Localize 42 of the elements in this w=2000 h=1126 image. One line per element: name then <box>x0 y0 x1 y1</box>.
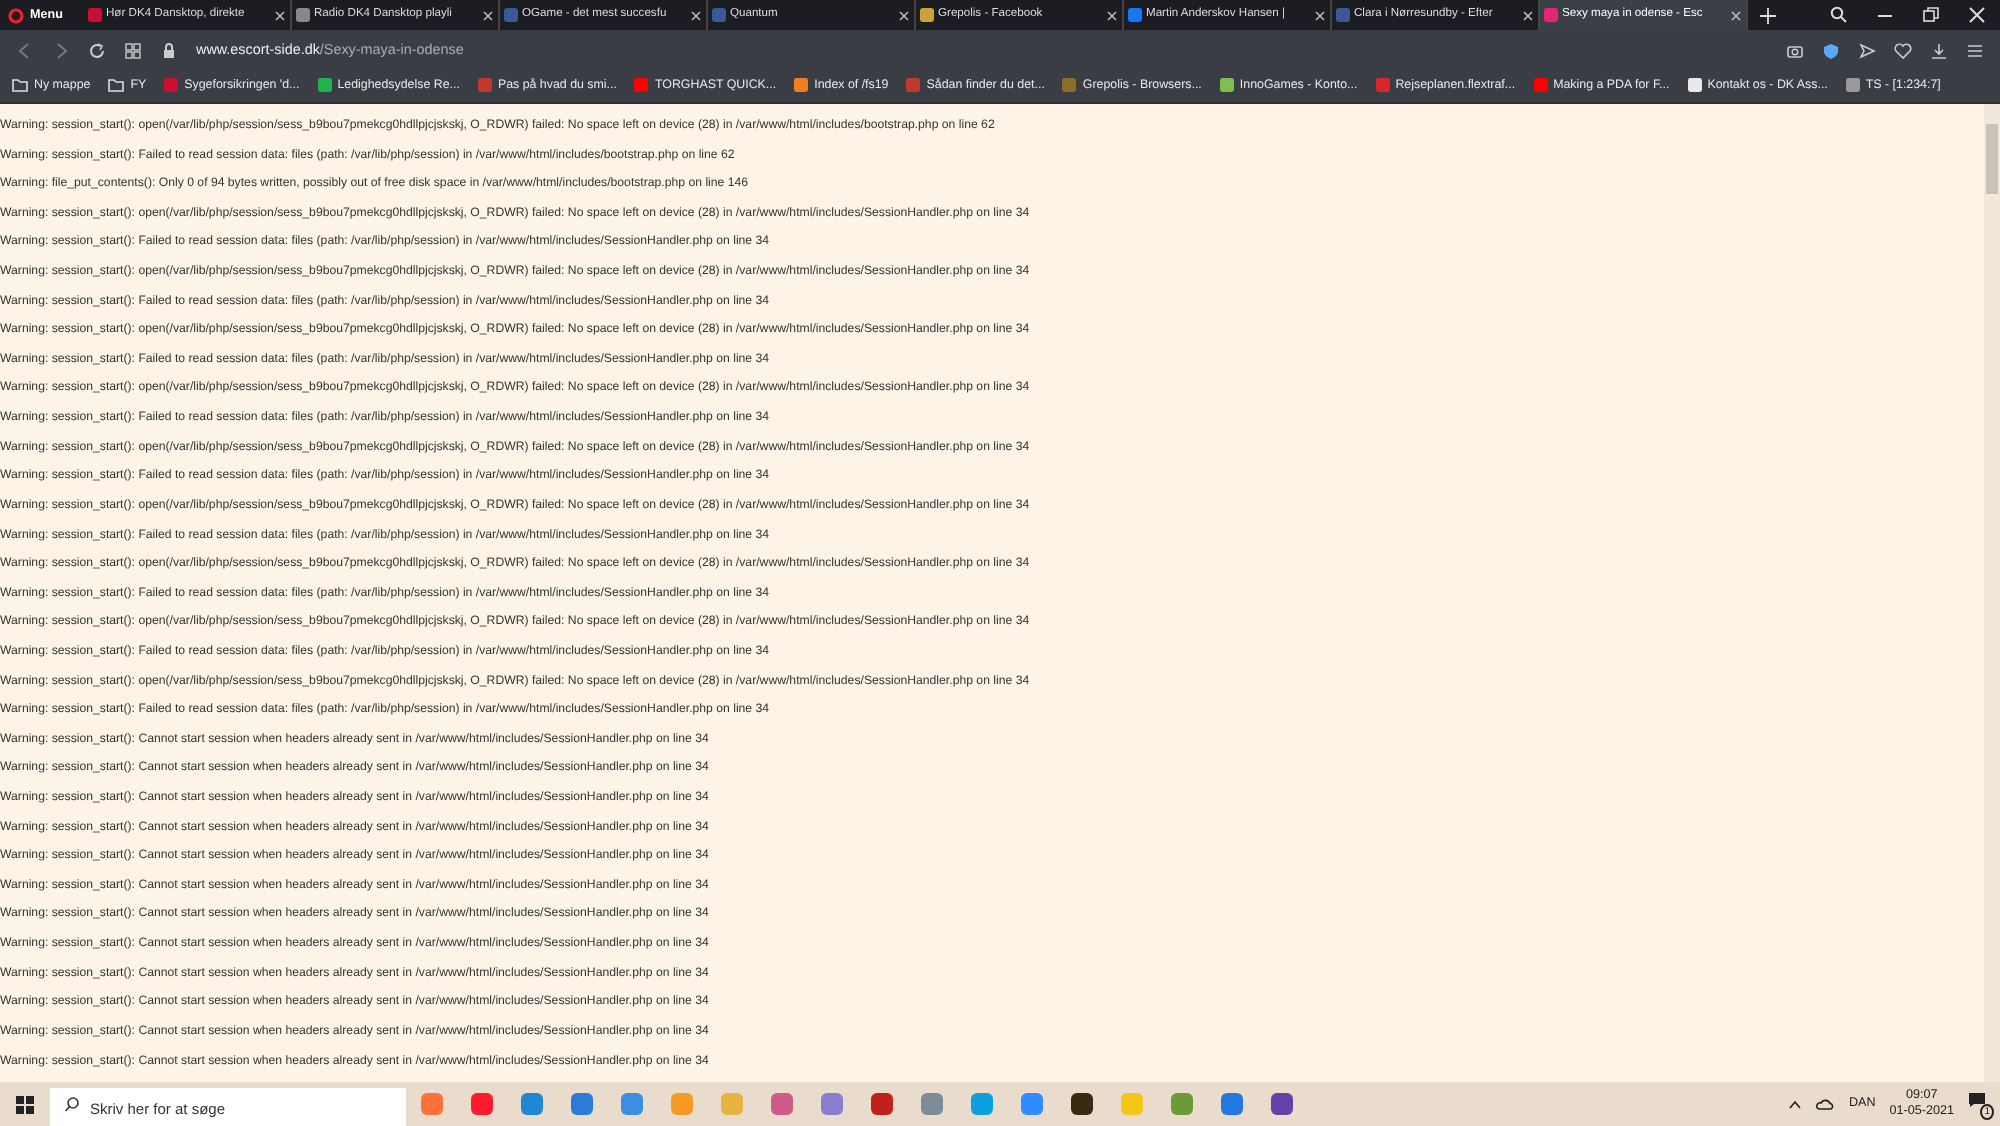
close-icon[interactable] <box>898 9 910 21</box>
ring-icon <box>8 7 24 23</box>
app-icon[interactable] <box>1269 1092 1293 1116</box>
favicon-icon <box>1128 8 1142 22</box>
windows-icon <box>16 1095 34 1113</box>
favicon-icon <box>296 8 310 22</box>
settings-icon[interactable] <box>1966 41 1984 59</box>
scrollbar[interactable] <box>1984 104 2000 1082</box>
close-icon[interactable] <box>1314 9 1326 21</box>
close-icon[interactable] <box>1106 9 1118 21</box>
camera-icon[interactable] <box>1786 41 1804 59</box>
reload-icon[interactable] <box>88 41 106 59</box>
grid-icon[interactable] <box>124 41 142 59</box>
favicon-icon <box>88 8 102 22</box>
close-icon[interactable] <box>1730 9 1742 21</box>
send-icon[interactable] <box>1858 41 1876 59</box>
lock-icon <box>160 41 178 59</box>
folder-icon <box>108 78 125 93</box>
close-icon[interactable] <box>274 9 286 21</box>
back-icon[interactable] <box>16 41 34 59</box>
search-icon[interactable] <box>1830 6 1848 24</box>
favicon-icon <box>1336 8 1350 22</box>
favicon-icon <box>504 8 518 22</box>
shield-icon[interactable] <box>1822 41 1840 59</box>
close-icon[interactable] <box>1522 9 1534 21</box>
message-icon <box>1968 1092 1986 1109</box>
chevron-up-icon[interactable] <box>1788 1099 1803 1109</box>
favicon-icon <box>712 8 726 22</box>
restore-icon[interactable] <box>1922 6 1940 24</box>
forward-icon[interactable] <box>52 41 70 59</box>
favicon-icon <box>920 8 934 22</box>
close-icon[interactable] <box>482 9 494 21</box>
plus-icon[interactable] <box>1760 7 1776 23</box>
close-icon[interactable] <box>1968 6 1986 24</box>
app-icon[interactable] <box>1069 1092 1093 1116</box>
app-icon[interactable] <box>869 1092 893 1116</box>
download-icon[interactable] <box>1930 41 1948 59</box>
close-icon[interactable] <box>690 9 702 21</box>
cloud-icon[interactable] <box>1816 1098 1835 1110</box>
folder-icon <box>12 78 28 93</box>
heart-icon[interactable] <box>1894 41 1912 59</box>
favicon-icon <box>1544 8 1558 22</box>
